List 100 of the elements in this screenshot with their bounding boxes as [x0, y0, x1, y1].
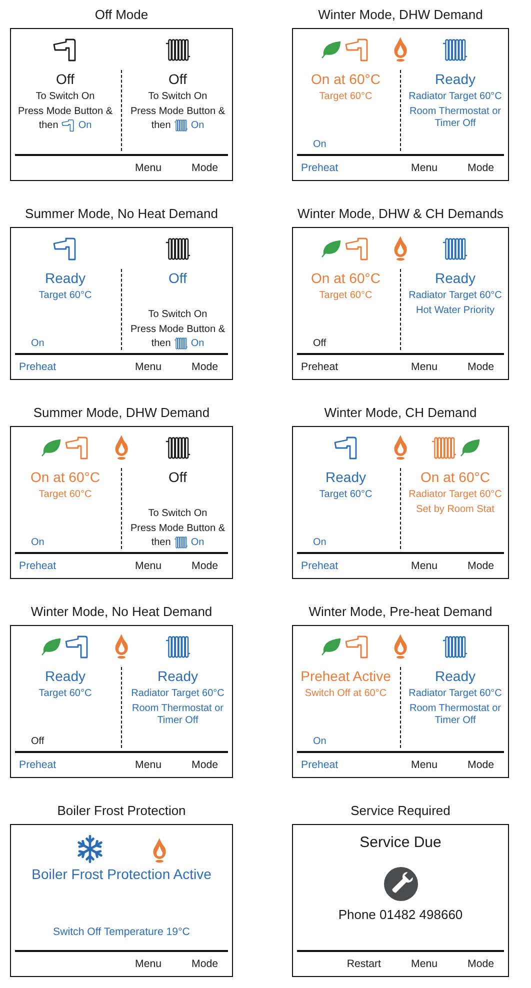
status-text: Off — [168, 270, 187, 287]
screen-caption: Winter Mode, No Heat Demand — [30, 602, 214, 620]
status-text: Off — [31, 736, 44, 748]
screen-caption: Summer Mode, DHW Demand — [32, 404, 211, 422]
soft-key[interactable]: Menu — [411, 560, 438, 572]
soft-key[interactable]: Menu — [135, 560, 162, 572]
info-text: Target 60°C — [38, 489, 92, 501]
status-text: Preheat Active — [300, 668, 391, 685]
status-text: Ready — [326, 469, 366, 486]
radiator-icon — [174, 536, 188, 549]
status-text: On at 60°C — [311, 270, 380, 287]
screen-caption: Off Mode — [94, 6, 150, 24]
soft-key[interactable]: Menu — [411, 162, 438, 174]
status-text: On at 60°C — [311, 71, 380, 88]
soft-key[interactable]: Mode — [192, 958, 218, 970]
status-text: Ready — [435, 71, 476, 88]
info-text: Radiator Target 60°C — [408, 91, 502, 103]
soft-key[interactable]: Menu — [135, 361, 162, 373]
info-text: Switch Off at 60°C — [304, 688, 387, 700]
info-text: Target 60°C — [319, 91, 372, 103]
soft-key[interactable]: Preheat — [301, 759, 338, 771]
info-text: Hot Water Priority — [416, 305, 495, 317]
soft-key[interactable]: Mode — [468, 560, 494, 572]
soft-key[interactable]: Mode — [468, 958, 494, 970]
info-text: Press Mode Button & — [130, 106, 225, 118]
status-text: On — [313, 139, 326, 151]
status-text: On at 60°C — [30, 469, 100, 486]
snowflake-icon — [76, 835, 104, 863]
soft-key[interactable]: Menu — [411, 361, 438, 373]
status-text: Off — [56, 71, 74, 88]
soft-key[interactable]: Menu — [135, 958, 162, 970]
info-text: Switch Off Temperature 19°C — [53, 926, 190, 938]
soft-key[interactable]: Preheat — [19, 560, 56, 572]
screen-caption: Winter Mode, DHW & CH Demands — [296, 204, 504, 222]
status-text: Ready — [45, 270, 86, 287]
instruction-text: On — [78, 120, 92, 132]
info-text: Radiator Target 60°C — [408, 489, 502, 501]
screen-caption: Boiler Frost Protection — [56, 802, 187, 820]
soft-key[interactable]: Menu — [135, 162, 162, 174]
status-text: On — [31, 537, 44, 549]
soft-key[interactable]: Menu — [135, 759, 162, 771]
status-text: On — [313, 736, 326, 748]
soft-key[interactable]: Mode — [192, 759, 218, 771]
status-text: Ready — [435, 668, 476, 685]
info-text: To Switch On — [148, 91, 208, 103]
info-text: Set by Room Stat — [416, 504, 494, 516]
soft-key[interactable]: Restart — [346, 958, 381, 970]
status-text: Off — [168, 469, 187, 486]
instruction-text: then — [38, 120, 58, 132]
soft-key[interactable]: Mode — [192, 560, 218, 572]
soft-key[interactable]: Menu — [411, 759, 438, 771]
status-text: Ready — [45, 668, 86, 685]
radiator-icon — [174, 337, 188, 350]
soft-key[interactable]: Mode — [468, 759, 494, 771]
info-text: Radiator Target 60°C — [408, 290, 502, 302]
info-text: Press Mode Button & — [130, 523, 225, 535]
info-text: To Switch On — [148, 309, 208, 321]
info-text: Press Mode Button & — [18, 106, 112, 118]
instruction-text: then — [151, 338, 171, 350]
screen-caption: Winter Mode, DHW Demand — [317, 6, 484, 24]
status-text: Off — [168, 71, 187, 88]
info-text: Target 60°C — [319, 290, 372, 302]
phone-text: Phone 01482 498660 — [338, 907, 463, 922]
info-text: Target 60°C — [38, 688, 92, 700]
status-text: Ready — [158, 668, 198, 685]
soft-key[interactable]: Preheat — [301, 560, 338, 572]
screen-caption: Service Required — [350, 802, 452, 820]
info-text: Room Thermostat or Timer Off — [408, 703, 502, 727]
screen-caption: Winter Mode, Pre-heat Demand — [308, 602, 494, 620]
soft-key[interactable]: Preheat — [19, 361, 56, 373]
info-text: To Switch On — [148, 508, 208, 520]
info-text: Radiator Target 60°C — [131, 688, 224, 700]
status-text: Ready — [435, 270, 476, 287]
info-text: Target 60°C — [319, 489, 372, 501]
info-text: Radiator Target 60°C — [408, 688, 502, 700]
info-text: Target 60°C — [38, 290, 92, 302]
tap-icon — [61, 119, 76, 132]
soft-key[interactable]: Mode — [468, 361, 494, 373]
screen-caption: Summer Mode, No Heat Demand — [24, 204, 219, 222]
instruction-text: On — [190, 536, 204, 548]
frost-message: Boiler Frost Protection Active — [32, 866, 212, 882]
info-text: Press Mode Button & — [130, 324, 225, 336]
radiator-icon — [174, 119, 188, 132]
status-text: On at 60°C — [420, 469, 490, 486]
soft-key[interactable]: Preheat — [19, 759, 56, 771]
service-title: Service Due — [360, 834, 442, 851]
wrench-icon — [384, 867, 418, 901]
soft-key[interactable]: Mode — [192, 162, 218, 174]
soft-key[interactable]: Preheat — [301, 361, 338, 373]
soft-key[interactable]: Menu — [411, 958, 438, 970]
soft-key[interactable]: Mode — [468, 162, 494, 174]
instruction-text: then — [151, 120, 171, 132]
status-text: On — [313, 537, 326, 549]
status-text: Off — [313, 338, 326, 350]
soft-key[interactable]: Preheat — [301, 162, 338, 174]
info-text: Room Thermostat or Timer Off — [130, 703, 224, 727]
soft-key[interactable]: Mode — [192, 361, 218, 373]
instruction-text: On — [190, 120, 204, 132]
info-text: To Switch On — [36, 91, 95, 103]
instruction-text: On — [190, 338, 204, 350]
